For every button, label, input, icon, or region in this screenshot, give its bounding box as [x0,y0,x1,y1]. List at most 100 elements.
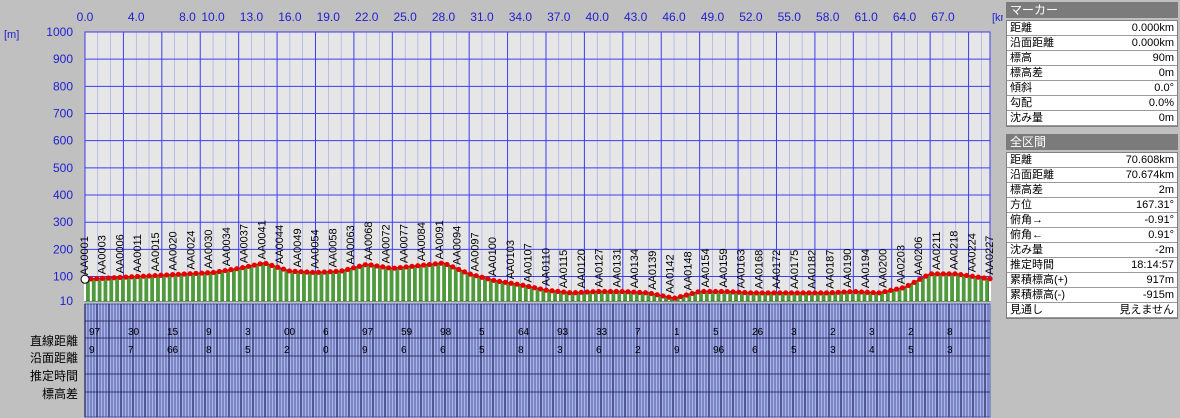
waypoint-dot [689,290,695,297]
x-tick-label: 46.0 [662,10,686,24]
waypoint-label: AA0077 [398,224,410,263]
waypoint-dot [187,271,193,277]
waypoint-dot [584,289,590,295]
x-tick-label: 52.0 [739,10,763,24]
waypoint-label: AA0194 [860,249,872,288]
waypoint-label: AA0175 [789,250,801,289]
panel-row-value: 90m [1152,52,1174,64]
waypoint-label: AA0187 [824,250,836,289]
waypoint-label: AA0163 [736,249,748,288]
marker-panel-title: マーカー [1006,2,1178,18]
waypoint-dot [701,288,707,295]
marker-panel: 距離 0.000km 沿面距離 0.000km 標高 90m 標高差 0m 傾斜 0.0° 勾配 0.… [1006,20,1178,127]
waypoint-dot [514,281,520,287]
x-tick-label: 28.0 [432,10,456,24]
waypoint-dot [975,274,981,280]
waypoint-dot [987,276,993,282]
panel-row-value: 18:14:57 [1131,259,1174,271]
waypoint-dot [695,289,701,295]
y-unit-label: [m] [4,29,19,41]
waypoint-dot [245,263,252,269]
waypoint-dot [158,272,164,278]
waypoint-dot [240,264,246,271]
panel-row: 距離 0.000km [1007,21,1177,36]
elevation-profile-chart[interactable]: 1000 900 800 700 600 500 400 300 200 100 10 [m] 0.0 4… [0,0,1003,418]
waypoint-dot [205,270,211,276]
panel-row-label: 見通し [1010,304,1043,316]
panel-row-value: 0.0% [1148,97,1174,109]
waypoint-label: AA0200 [878,249,890,288]
waypoint-label: AA0041 [256,220,268,259]
waypoint-dot [391,265,398,271]
waypoint-label: AA0154 [700,248,712,287]
panel-row: 標高 90m [1007,51,1177,66]
waypoint-label: AA0103 [505,240,517,279]
waypoint-dot [310,269,316,275]
panel-row-label: 沿面距離 [1010,169,1054,181]
x-tick-label: 0.0 [77,10,94,24]
panel-row-label: 沈み量 [1010,244,1043,256]
waypoint-dot [315,269,322,275]
panel-row-value: 0.000km [1131,22,1174,34]
y-tick-label: 700 [53,107,73,121]
row-label-estimated-time: 推定時間 [29,369,78,383]
panel-row: 標高差 0m [1007,66,1177,81]
waypoint-dot [479,274,485,280]
waypoint-dot [934,271,941,277]
panel-row: 累積標高(+) 917m [1007,273,1177,288]
waypoint-dot [438,260,444,266]
y-tick-label: 300 [53,215,73,229]
waypoint-dot [596,288,602,295]
waypoint-dot [893,286,900,292]
waypoint-dot [864,289,870,295]
waypoint-dot [216,268,222,275]
panel-row: 勾配 0.0% [1007,96,1177,111]
panel-row-value: 167.31° [1135,199,1174,211]
waypoint-dot [374,263,380,269]
panel-row-label: 傾斜 [1010,82,1032,94]
segment-table[interactable]: 直線距離 沿面距離 推定時間 標高差 [0,303,1003,418]
panel-row-label: 距離 [1010,22,1032,34]
waypoint-dot [409,263,415,269]
waypoint-dot [765,290,771,296]
all-section-panel-title: 全区間 [1006,134,1178,150]
waypoint-label: AA0142 [665,254,677,293]
waypoint-dot [677,293,684,300]
waypoint-dot [823,290,830,296]
waypoint-dot [794,290,800,296]
waypoint-dot [736,289,742,295]
waypoint-dot [134,273,141,280]
waypoint-dot [502,279,508,285]
waypoint-dot [456,266,462,272]
all-section-panel: 距離 70.608km 沿面距離 70.674km 標高差 2m 方位 167.31° 俯角→ -… [1006,152,1178,319]
row-label-elevation-diff: 標高差 [41,387,78,401]
waypoint-dot [146,273,152,279]
waypoint-dot [345,266,351,272]
waypoint-label: AA0063 [345,225,357,264]
panel-row-label: 標高差 [1010,184,1043,196]
waypoint-label: AA0037 [239,224,251,263]
waypoint-dot [602,288,608,295]
panel-row-value: 0.000km [1131,37,1174,49]
waypoint-dot [555,288,561,294]
waypoint-dot [777,290,783,296]
x-tick-label: 13.0 [240,10,264,24]
waypoint-label: AA0190 [842,249,854,288]
waypoint-dot [946,271,952,277]
x-tick-label: 64.0 [893,10,917,24]
panel-row-label: 推定時間 [1010,259,1054,271]
waypoint-dot [397,264,403,271]
waypoint-dot [707,288,713,295]
waypoint-label: AA0094 [452,226,464,265]
waypoint-dot [818,290,824,296]
waypoint-dot [199,270,205,276]
x-tick-label: 58.0 [816,10,840,24]
waypoint-label: AA0172 [771,250,783,289]
waypoint-dot [858,289,865,295]
waypoint-dot [362,262,368,268]
waypoint-dot [386,265,392,271]
waypoint-dot [567,290,573,296]
waypoint-label: AA0168 [753,250,765,289]
x-tick-label: 34.0 [509,10,533,24]
waypoint-dot [800,290,806,296]
